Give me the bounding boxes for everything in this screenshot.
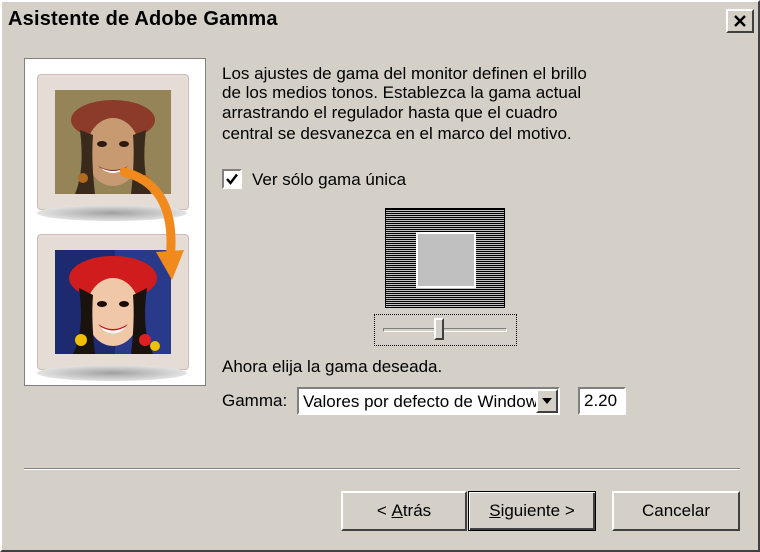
close-button[interactable]	[726, 9, 754, 33]
monitor-shadow	[37, 365, 187, 381]
divider	[24, 468, 740, 470]
adobe-gamma-wizard-window: Asistente de Adobe Gamma Los ajustes de …	[0, 0, 760, 552]
chevron-down-icon	[542, 398, 552, 404]
gamma-preset-select[interactable]: Valores por defecto de Windows	[297, 387, 560, 415]
back-button-prefix: <	[376, 501, 392, 520]
gamma-center-square	[416, 232, 476, 288]
wizard-illustration	[24, 58, 206, 386]
gamma-value-field[interactable]: 2.20	[578, 387, 626, 415]
back-button[interactable]: < Atrás	[341, 491, 467, 531]
back-button-label: trás	[402, 501, 432, 520]
intro-line: de los medios tonos. Establezca la gama …	[222, 83, 582, 102]
window-title: Asistente de Adobe Gamma	[8, 8, 278, 30]
checkmark-icon	[226, 173, 238, 185]
choose-gamma-label: Ahora elija la gama deseada.	[222, 357, 443, 376]
dropdown-button[interactable]	[536, 389, 558, 413]
curved-arrow-icon	[120, 167, 184, 280]
close-icon	[734, 15, 746, 27]
cancel-button[interactable]: Cancelar	[612, 491, 740, 531]
back-button-mnemonic: A	[391, 501, 403, 520]
single-gamma-checkbox[interactable]	[222, 169, 242, 189]
slider-track	[383, 328, 507, 332]
gamma-label: Gamma:	[222, 391, 288, 410]
gamma-slider[interactable]	[374, 314, 517, 346]
slider-thumb[interactable]	[434, 318, 445, 340]
single-gamma-label[interactable]: Ver sólo gama única	[252, 169, 406, 191]
next-button-label: iguiente >	[500, 501, 575, 520]
next-button-mnemonic: S	[489, 501, 501, 520]
gamma-test-pattern	[385, 208, 505, 308]
title-bar[interactable]: Asistente de Adobe Gamma	[4, 4, 756, 38]
gamma-preset-value: Valores por defecto de Windows	[303, 392, 547, 411]
intro-line: central se desvanezca en el marco del mo…	[222, 124, 572, 143]
intro-line: arrastrando el regulador hasta que el cu…	[222, 103, 558, 122]
next-button[interactable]: Siguiente >	[468, 491, 596, 531]
